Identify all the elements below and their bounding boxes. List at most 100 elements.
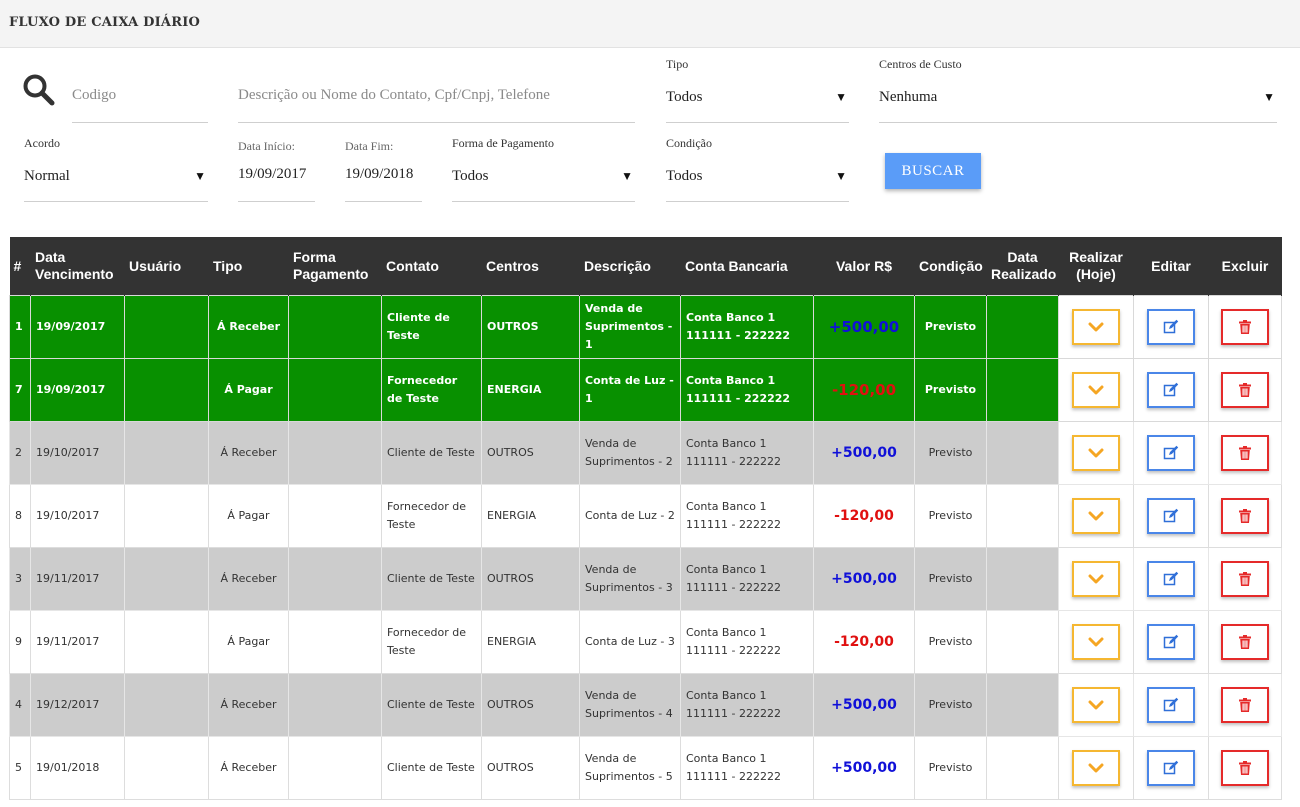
excluir-button[interactable]: [1221, 561, 1269, 597]
cell-data-realizado: [986, 421, 1059, 485]
editar-button[interactable]: [1147, 687, 1195, 723]
cell-data-vencimento: 19/12/2017: [30, 673, 125, 737]
descricao-input[interactable]: Descrição ou Nome do Contato, Cpf/Cnpj, …: [238, 87, 550, 104]
realizar-button[interactable]: [1072, 561, 1120, 597]
cell-data-realizado: [986, 358, 1059, 422]
condicao-label: Condição: [666, 136, 712, 150]
cell-contato: Fornecedor de Teste: [381, 484, 482, 548]
cell-condicao: Previsto: [914, 736, 987, 800]
table-row: 4 19/12/2017 Á Receber Cliente de Teste OUTR…: [9, 673, 1282, 737]
cell-editar: [1133, 736, 1209, 800]
cell-num: 5: [9, 736, 31, 800]
header-centros: Centros: [481, 237, 580, 296]
cell-excluir: [1208, 610, 1282, 674]
excluir-button[interactable]: [1221, 435, 1269, 471]
cell-data-vencimento: 19/01/2018: [30, 736, 125, 800]
excluir-button[interactable]: [1221, 687, 1269, 723]
condicao-select[interactable]: Condição Todos ▼: [666, 136, 849, 202]
cell-editar: [1133, 421, 1209, 485]
centros-label: Centros de Custo: [879, 57, 962, 71]
acordo-label: Acordo: [24, 136, 60, 150]
header-usuario: Usuário: [124, 237, 209, 296]
cell-valor: -120,00: [813, 358, 915, 422]
search-icon[interactable]: [22, 73, 56, 107]
data-inicio-field[interactable]: Data Início: 19/09/2017: [238, 139, 315, 202]
realizar-button[interactable]: [1072, 750, 1120, 786]
cell-data-realizado: [986, 547, 1059, 611]
cell-condicao: Previsto: [914, 358, 987, 422]
page-title: FLUXO DE CAIXA DIÁRIO: [9, 15, 201, 30]
cell-data-vencimento: 19/09/2017: [30, 295, 125, 359]
cell-excluir: [1208, 484, 1282, 548]
realizar-button[interactable]: [1072, 687, 1120, 723]
codigo-input[interactable]: Codigo: [72, 87, 116, 104]
editar-button[interactable]: [1147, 372, 1195, 408]
data-fim-field[interactable]: Data Fim: 19/09/2018: [345, 139, 422, 202]
cell-realizar: [1058, 358, 1134, 422]
header-data-realizado: Data Realizado: [986, 237, 1059, 296]
caret-down-icon: ▼: [1263, 90, 1275, 104]
cell-realizar: [1058, 736, 1134, 800]
caret-down-icon: ▼: [621, 169, 633, 183]
cell-usuario: [124, 673, 209, 737]
cell-tipo: Á Receber: [208, 547, 289, 611]
cell-excluir: [1208, 358, 1282, 422]
cell-centros: ENERGIA: [481, 358, 580, 422]
centros-select[interactable]: Centros de Custo Nenhuma ▼: [879, 57, 1277, 123]
excluir-button[interactable]: [1221, 624, 1269, 660]
cell-descricao: Conta de Luz - 2: [579, 484, 681, 548]
cell-conta-bancaria: Conta Banco 1 111111 - 222222: [680, 610, 814, 674]
table-row: 3 19/11/2017 Á Receber Cliente de Teste OUTR…: [9, 547, 1282, 611]
header-condicao: Condição: [914, 237, 987, 296]
cell-contato: Cliente de Teste: [381, 673, 482, 737]
centros-value: Nenhuma: [879, 89, 938, 105]
realizar-button[interactable]: [1072, 498, 1120, 534]
cell-conta-bancaria: Conta Banco 1 111111 - 222222: [680, 295, 814, 359]
editar-button[interactable]: [1147, 624, 1195, 660]
editar-button[interactable]: [1147, 561, 1195, 597]
cell-data-realizado: [986, 610, 1059, 674]
cell-editar: [1133, 673, 1209, 737]
codigo-field[interactable]: Codigo: [72, 80, 208, 123]
cell-excluir: [1208, 295, 1282, 359]
cell-editar: [1133, 610, 1209, 674]
table-row: 8 19/10/2017 Á Pagar Fornecedor de Teste ENE…: [9, 484, 1282, 548]
acordo-value: Normal: [24, 168, 70, 184]
realizar-button[interactable]: [1072, 309, 1120, 345]
buscar-button[interactable]: BUSCAR: [885, 153, 981, 189]
data-fim-input[interactable]: 19/09/2018: [345, 166, 413, 183]
header-contato: Contato: [381, 237, 482, 296]
cell-data-vencimento: 19/11/2017: [30, 610, 125, 674]
excluir-button[interactable]: [1221, 309, 1269, 345]
excluir-button[interactable]: [1221, 498, 1269, 534]
cell-forma-pagamento: [288, 610, 382, 674]
editar-button[interactable]: [1147, 309, 1195, 345]
cell-editar: [1133, 547, 1209, 611]
realizar-button[interactable]: [1072, 435, 1120, 471]
cell-condicao: Previsto: [914, 547, 987, 611]
excluir-button[interactable]: [1221, 372, 1269, 408]
forma-pagamento-select[interactable]: Forma de Pagamento Todos ▼: [452, 136, 635, 202]
editar-button[interactable]: [1147, 750, 1195, 786]
cell-valor: -120,00: [813, 484, 915, 548]
table-row: 9 19/11/2017 Á Pagar Fornecedor de Teste ENE…: [9, 610, 1282, 674]
cell-num: 4: [9, 673, 31, 737]
excluir-button[interactable]: [1221, 750, 1269, 786]
cell-realizar: [1058, 484, 1134, 548]
cell-contato: Fornecedor de Teste: [381, 358, 482, 422]
cell-conta-bancaria: Conta Banco 1 111111 - 222222: [680, 673, 814, 737]
tipo-select[interactable]: Tipo Todos ▼: [666, 57, 849, 123]
editar-button[interactable]: [1147, 435, 1195, 471]
caret-down-icon: ▼: [194, 169, 206, 183]
acordo-select[interactable]: Acordo Normal ▼: [24, 136, 208, 202]
cell-usuario: [124, 736, 209, 800]
cell-conta-bancaria: Conta Banco 1 111111 - 222222: [680, 358, 814, 422]
realizar-button[interactable]: [1072, 624, 1120, 660]
cell-valor: +500,00: [813, 736, 915, 800]
descricao-field[interactable]: Descrição ou Nome do Contato, Cpf/Cnpj, …: [238, 80, 635, 123]
editar-button[interactable]: [1147, 498, 1195, 534]
data-inicio-input[interactable]: 19/09/2017: [238, 166, 306, 183]
cell-centros: OUTROS: [481, 673, 580, 737]
data-fim-label: Data Fim:: [345, 139, 394, 153]
realizar-button[interactable]: [1072, 372, 1120, 408]
